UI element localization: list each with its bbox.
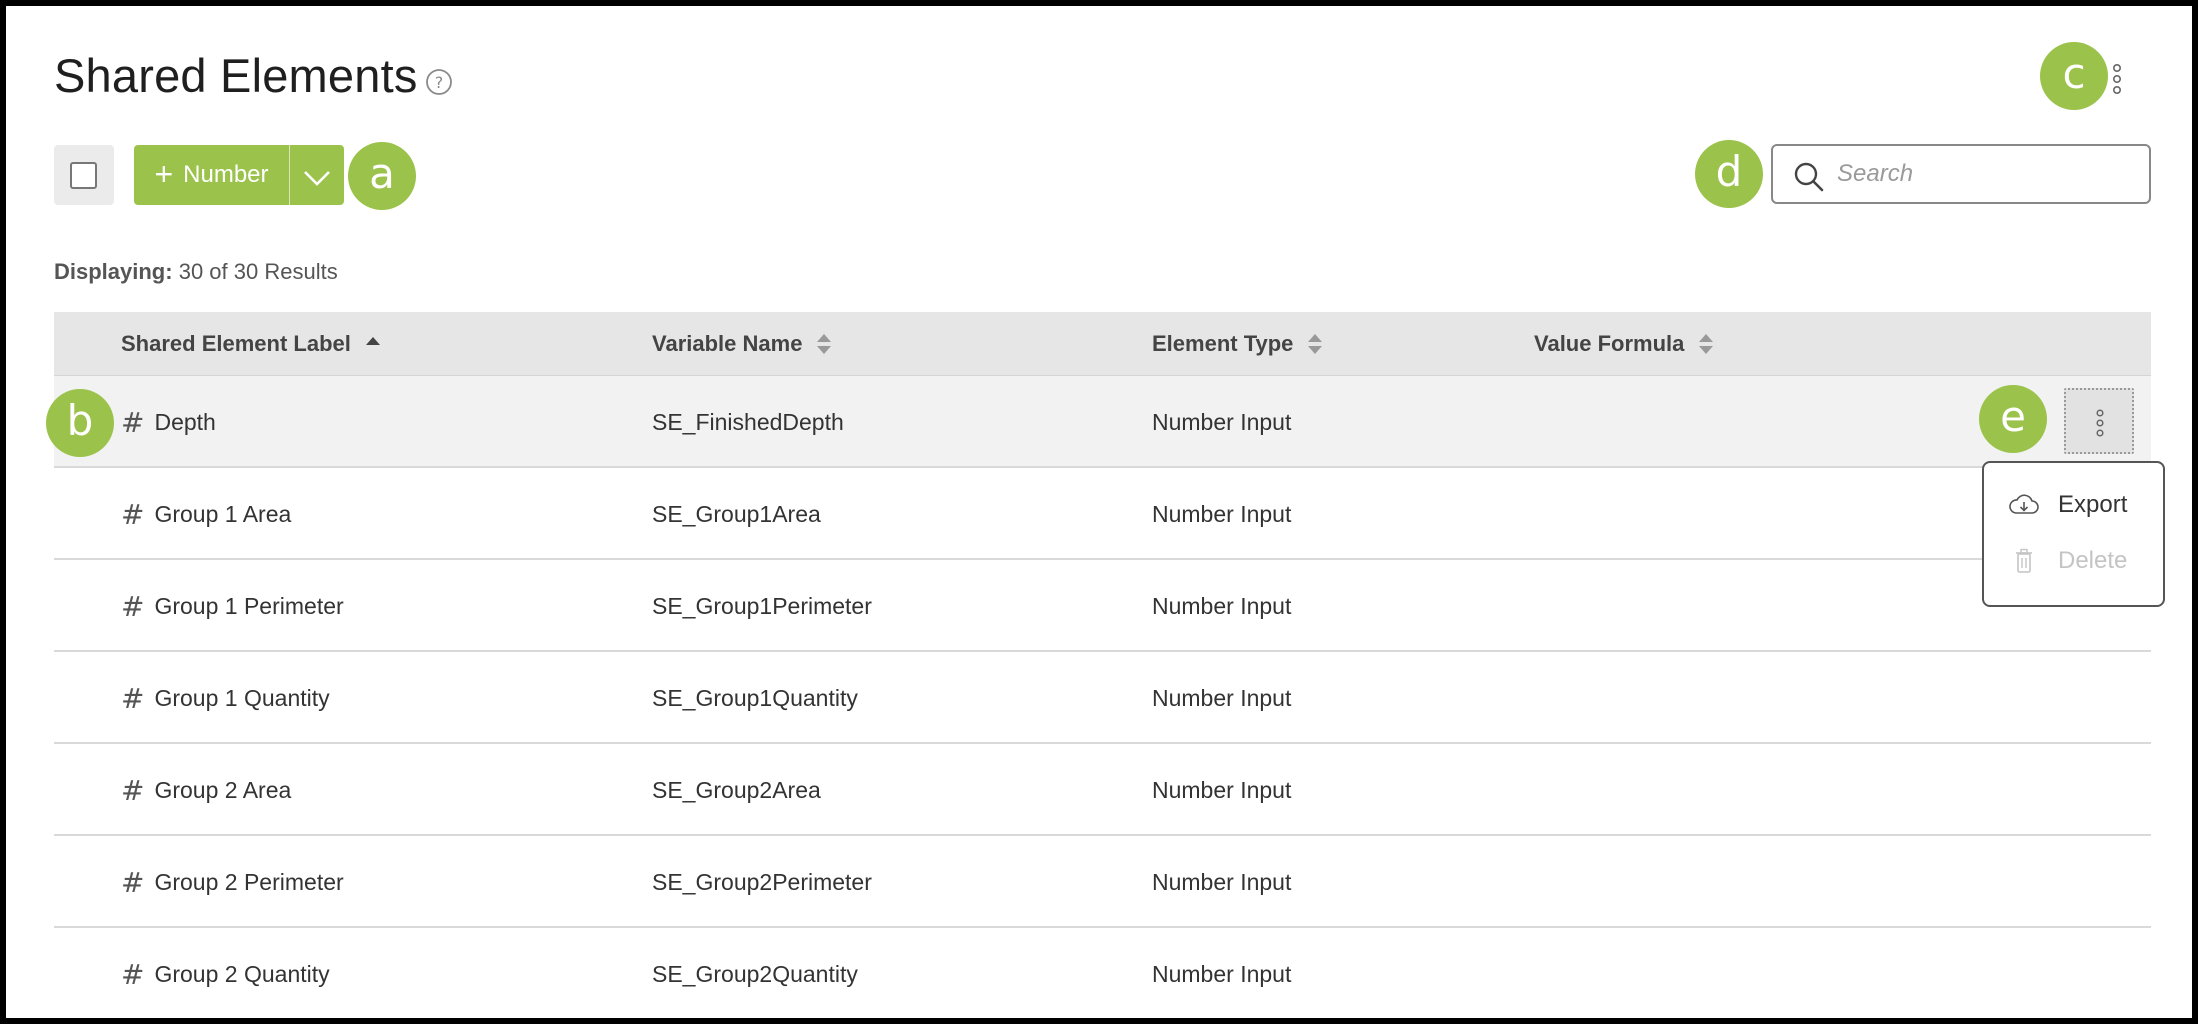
menu-item-export[interactable]: Export [1984,479,2163,531]
number-hash-icon: # [121,865,145,899]
row-label: Group 2 Quantity [154,960,330,987]
type-cell: Number Input [1152,408,1292,435]
search-icon [1794,162,1824,192]
number-hash-icon: # [121,681,145,715]
search-box [1771,144,2151,204]
menu-item-delete[interactable]: Delete [1984,535,2163,587]
column-header-text: Value Formula [1534,331,1685,356]
results-label: Displaying: [54,259,173,284]
chevron-down-icon[interactable] [290,145,344,205]
row-label: Group 1 Quantity [154,684,330,711]
menu-item-label: Delete [2058,547,2128,574]
add-number-label: Number [183,161,269,188]
callout-b: b [46,389,114,457]
label-cell: # Group 1 Perimeter [121,560,344,652]
callout-c: c [2040,42,2108,110]
page-title: Shared Elements [54,49,418,102]
label-cell: # Group 2 Area [121,744,291,836]
sort-icon [817,334,832,354]
table-row[interactable]: # Group 2 Quantity SE_Group2Quantity Num… [54,928,2151,1018]
row-label: Group 2 Area [154,776,292,803]
page-options-kebab-icon[interactable] [2110,62,2124,96]
number-hash-icon: # [121,405,145,439]
variable-cell: SE_Group2Quantity [652,960,858,987]
type-cell: Number Input [1152,960,1292,987]
variable-cell: SE_Group1Quantity [652,684,858,711]
type-cell: Number Input [1152,868,1292,895]
label-cell: # Group 2 Quantity [121,928,330,1018]
sort-ascending-icon [365,337,380,345]
number-hash-icon: # [121,497,145,531]
trash-icon [2016,548,2032,573]
callout-d: d [1695,140,1763,208]
svg-text:?: ? [435,73,444,92]
row-actions-menu: Export Delete [1982,461,2165,607]
column-header-text: Variable Name [652,331,803,356]
column-header-formula[interactable]: Value Formula [1534,312,1716,376]
variable-cell: SE_FinishedDepth [652,408,844,435]
plus-icon: + [154,155,174,192]
number-hash-icon: # [121,589,145,623]
add-number-split-button: + Number [134,145,344,205]
sort-icon [1699,334,1714,354]
sort-icon [1308,334,1323,354]
label-cell: # Group 2 Perimeter [121,836,344,928]
table-row[interactable]: # Group 2 Area SE_Group2Area Number Inpu… [54,744,2151,836]
variable-cell: SE_Group2Perimeter [652,868,872,895]
type-cell: Number Input [1152,592,1292,619]
select-all-checkbox[interactable] [70,162,97,189]
number-hash-icon: # [121,773,145,807]
results-text: 30 of 30 Results [178,259,338,284]
callout-e: e [1979,385,2047,453]
type-cell: Number Input [1152,500,1292,527]
table-row[interactable]: # Group 1 Area SE_Group1Area Number Inpu… [54,468,2151,560]
variable-cell: SE_Group1Perimeter [652,592,872,619]
cloud-download-icon [2009,494,2039,514]
results-count: Displaying: 30 of 30 Results [54,259,338,285]
shared-elements-table: Shared Element Label Variable Name Eleme… [54,312,2151,1018]
label-cell: # Group 1 Area [121,468,291,560]
app-frame: Shared Elements ? c + Number a d Display… [6,6,2192,1018]
help-icon[interactable]: ? [425,68,453,96]
callout-a: a [348,142,416,210]
column-header-text: Shared Element Label [121,331,351,356]
row-label: Group 2 Perimeter [154,868,344,895]
row-label: Group 1 Area [154,500,292,527]
search-input[interactable] [1837,154,2137,194]
label-cell: # Group 1 Quantity [121,652,330,744]
table-row[interactable]: # Group 1 Quantity SE_Group1Quantity Num… [54,652,2151,744]
variable-cell: SE_Group2Area [652,776,821,803]
table-row[interactable]: # Group 2 Perimeter SE_Group2Perimeter N… [54,836,2151,928]
kebab-icon [2096,409,2104,437]
number-hash-icon: # [121,957,145,991]
type-cell: Number Input [1152,776,1292,803]
menu-item-label: Export [2058,491,2128,518]
type-cell: Number Input [1152,684,1292,711]
column-header-type[interactable]: Element Type [1152,312,1325,376]
variable-cell: SE_Group1Area [652,500,821,527]
column-header-text: Element Type [1152,331,1294,356]
add-number-button[interactable]: + Number [134,145,289,205]
row-label: Depth [154,408,216,435]
column-header-label[interactable]: Shared Element Label [121,312,383,376]
table-row[interactable]: # Depth SE_FinishedDepth Number Input [54,376,2151,468]
table-row[interactable]: # Group 1 Perimeter SE_Group1Perimeter N… [54,560,2151,652]
select-all-container [54,145,114,205]
label-cell: # Depth [121,376,216,468]
row-label: Group 1 Perimeter [154,592,344,619]
column-header-variable[interactable]: Variable Name [652,312,834,376]
row-actions-button[interactable] [2064,388,2134,454]
table-header: Shared Element Label Variable Name Eleme… [54,312,2151,376]
